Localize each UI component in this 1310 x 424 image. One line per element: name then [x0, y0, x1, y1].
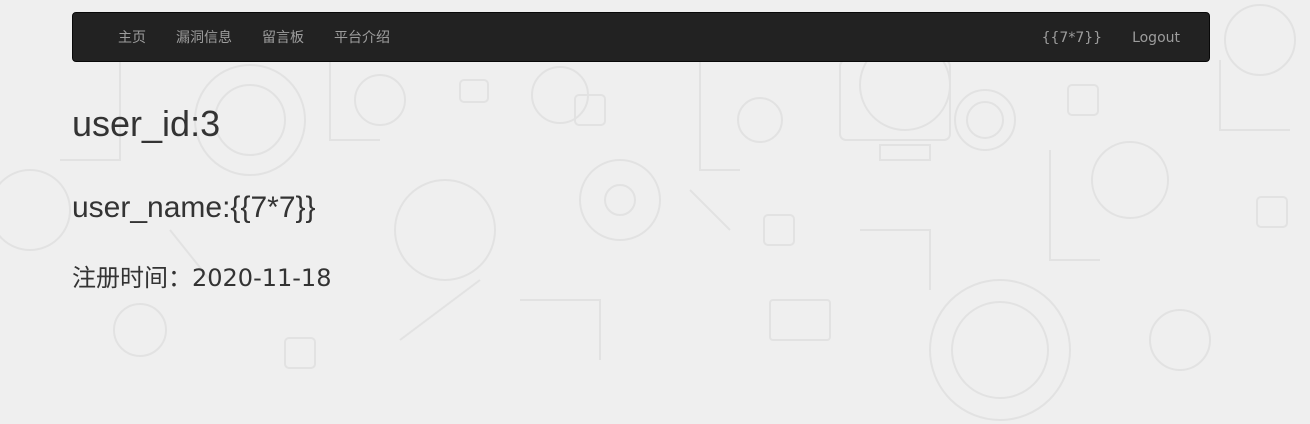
profile-content: user_id:3 user_name:{{7*7}} 注册时间：2020-11… — [72, 98, 331, 295]
logout-link[interactable]: Logout — [1117, 13, 1195, 63]
user-name-heading: user_name:{{7*7}} — [72, 191, 316, 224]
nav-vulnerabilities-link[interactable]: 漏洞信息 — [161, 13, 247, 63]
nav-username-link[interactable]: {{7*7}} — [1027, 13, 1117, 63]
nav-left-group: 主页 漏洞信息 留言板 平台介绍 — [104, 13, 405, 63]
nav-about-link[interactable]: 平台介绍 — [319, 13, 405, 63]
user-id-heading: user_id:3 — [72, 103, 221, 144]
nav-home-link[interactable]: 主页 — [104, 13, 161, 63]
register-time-heading: 注册时间：2020-11-18 — [72, 264, 332, 292]
nav-message-board-link[interactable]: 留言板 — [247, 13, 319, 63]
top-navbar: 主页 漏洞信息 留言板 平台介绍 {{7*7}} Logout — [72, 12, 1210, 62]
nav-right-group: {{7*7}} Logout — [1027, 13, 1195, 63]
